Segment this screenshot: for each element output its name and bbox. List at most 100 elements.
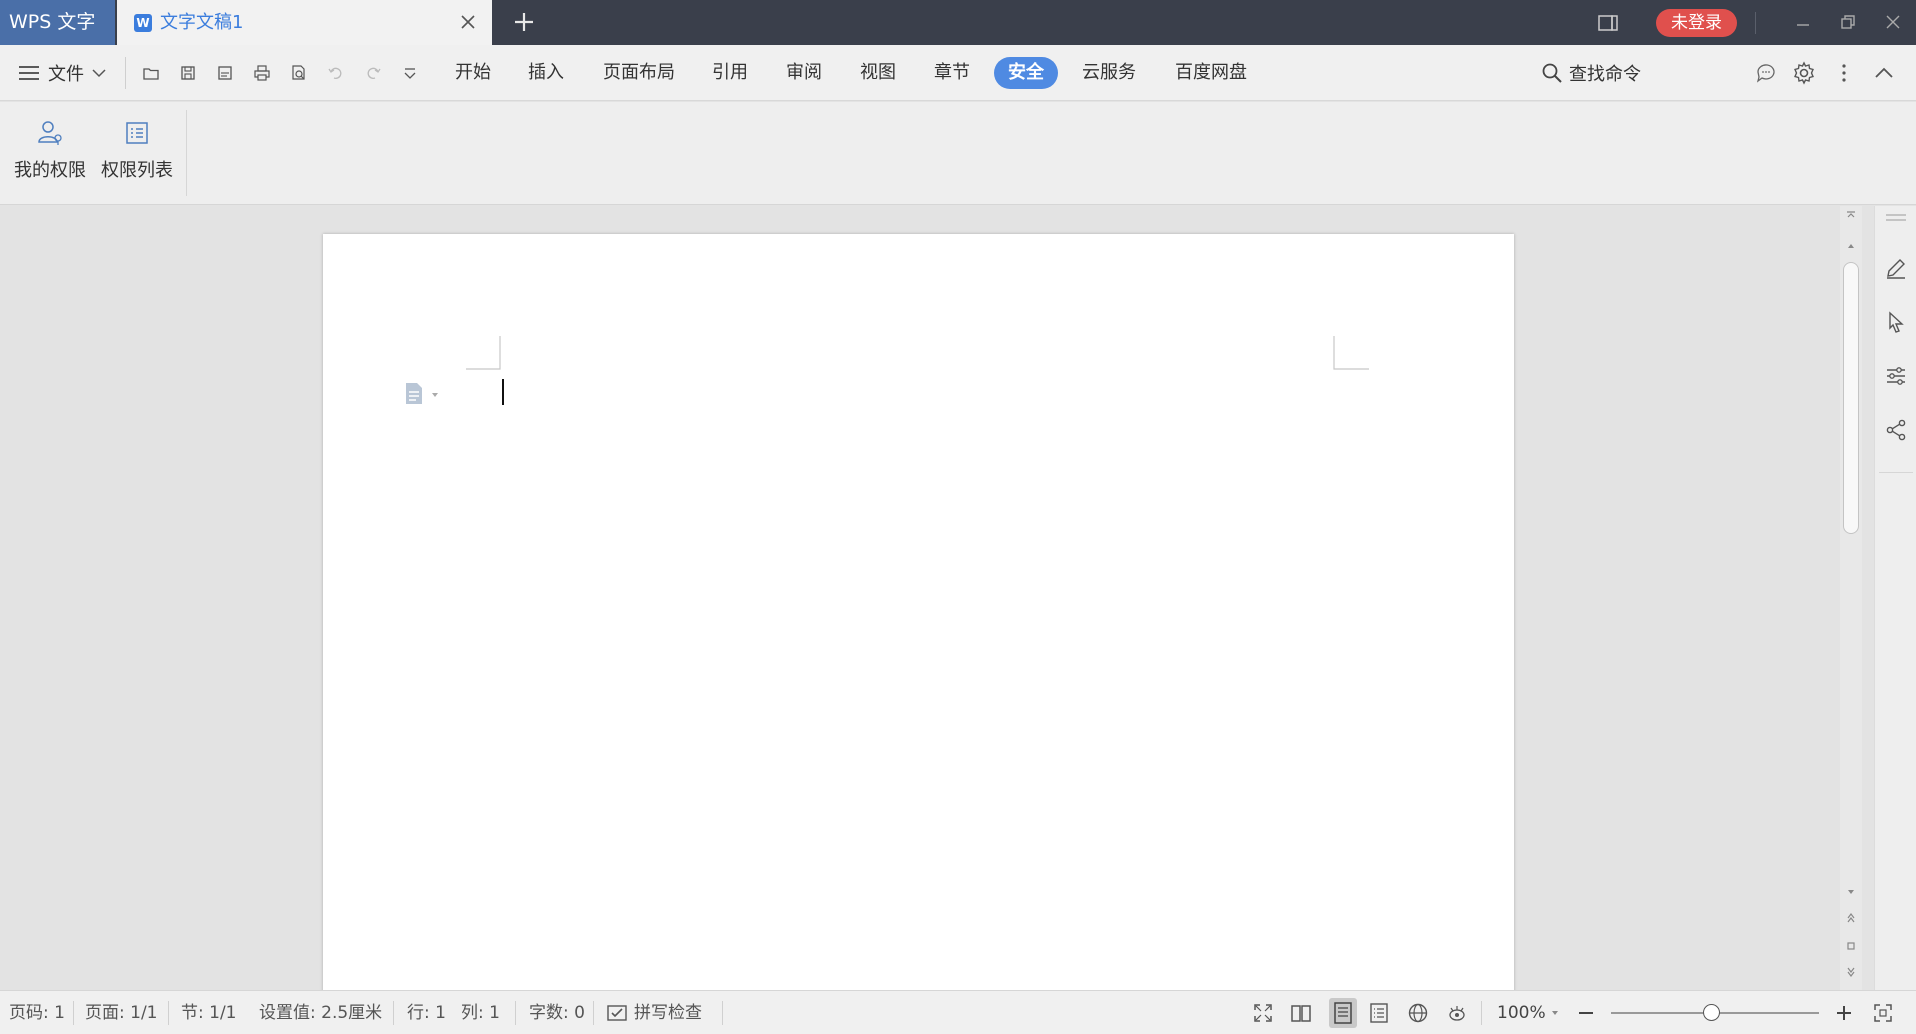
status-setting-value[interactable]: 设置值: 2.5厘米 (259, 991, 382, 1034)
scrollbar-thumb[interactable] (1843, 262, 1859, 534)
margin-corner-top-left (466, 336, 501, 370)
next-page-icon[interactable] (1845, 966, 1857, 978)
status-divider (515, 1001, 516, 1025)
menu-references[interactable]: 引用 (705, 57, 755, 89)
zoom-level[interactable]: 100% (1497, 991, 1546, 1034)
status-divider (73, 1001, 74, 1025)
file-menu-label: 文件 (48, 64, 84, 85)
hamburger-icon (19, 66, 39, 80)
ribbon-divider (186, 110, 187, 196)
menu-home[interactable]: 开始 (448, 57, 498, 89)
new-tab-plus-icon[interactable] (512, 10, 536, 34)
open-folder-icon[interactable] (142, 64, 160, 82)
document-canvas[interactable] (0, 206, 1840, 994)
status-word-count[interactable]: 字数: 0 (529, 991, 585, 1034)
previous-page-icon[interactable] (1845, 912, 1857, 924)
redo-icon[interactable] (364, 64, 382, 82)
menu-review[interactable]: 审阅 (779, 57, 829, 89)
customize-quick-access-icon[interactable] (401, 64, 419, 82)
sidebar-drag-handle-icon[interactable] (1884, 210, 1908, 226)
user-permission-icon (38, 121, 62, 145)
wps-writer-icon: W (134, 14, 152, 32)
permission-list-icon (126, 122, 148, 144)
page-view-icon[interactable] (1329, 998, 1357, 1028)
paragraph-layout-icon[interactable] (404, 382, 444, 406)
ribbon-security: 我的权限 权限列表 (0, 102, 1916, 205)
fullscreen-icon[interactable] (1252, 1002, 1274, 1024)
document-tab[interactable]: W 文字文稿1 (117, 0, 492, 45)
status-divider (722, 1001, 723, 1025)
cursor-select-icon[interactable] (1884, 310, 1908, 334)
permission-list-button[interactable]: 权限列表 (99, 118, 175, 182)
search-command[interactable]: 查找命令 (1541, 59, 1641, 87)
scroll-top-icon[interactable] (1845, 210, 1857, 222)
search-icon (1542, 63, 1562, 83)
menu-insert[interactable]: 插入 (521, 57, 571, 89)
spell-check-icon[interactable] (606, 1003, 628, 1023)
title-bar: WPS 文字 W 文字文稿1 未登录 (0, 0, 1916, 45)
fit-window-icon[interactable] (1872, 1002, 1894, 1024)
export-pdf-icon[interactable] (216, 64, 234, 82)
zoom-slider-knob[interactable] (1703, 1004, 1720, 1021)
status-page-code[interactable]: 页码: 1 (9, 991, 65, 1034)
select-browse-object-icon[interactable] (1845, 940, 1857, 952)
my-permissions-label: 我的权限 (14, 160, 86, 181)
status-row[interactable]: 行: 1 (407, 991, 446, 1034)
scroll-up-arrow-icon[interactable] (1845, 240, 1857, 252)
menu-baidu-netdisk[interactable]: 百度网盘 (1170, 57, 1252, 89)
settings-gear-icon[interactable] (1792, 61, 1816, 85)
zoom-in-icon[interactable] (1833, 1002, 1855, 1024)
sidebar-divider (1879, 472, 1913, 473)
menu-bar: 文件 开始 插入 页面布局 引用 审阅 视图 章节 安全 云服务 百度网盘 查找… (0, 45, 1916, 101)
status-column[interactable]: 列: 1 (461, 991, 500, 1034)
pen-edit-icon[interactable] (1884, 256, 1908, 280)
restore-icon[interactable] (1838, 12, 1858, 32)
menu-chapter[interactable]: 章节 (927, 57, 977, 89)
menu-view[interactable]: 视图 (853, 57, 903, 89)
menu-cloud-service[interactable]: 云服务 (1080, 57, 1138, 89)
chevron-down-icon (92, 69, 106, 78)
undo-icon[interactable] (327, 64, 345, 82)
vertical-scrollbar[interactable] (1840, 206, 1862, 990)
close-window-icon[interactable] (1883, 12, 1903, 32)
file-menu-button[interactable]: 文件 (18, 59, 106, 87)
more-options-icon[interactable] (1836, 62, 1852, 84)
document-tab-title: 文字文稿1 (160, 12, 244, 33)
login-button[interactable]: 未登录 (1656, 9, 1737, 37)
status-divider (1481, 1001, 1482, 1025)
app-tab[interactable]: WPS 文字 (0, 0, 115, 45)
right-sidebar (1874, 206, 1916, 990)
status-bar: 页码: 1 页面: 1/1 节: 1/1 设置值: 2.5厘米 行: 1 列: … (0, 990, 1916, 1034)
title-divider (1755, 12, 1756, 34)
scroll-down-arrow-icon[interactable] (1845, 886, 1857, 898)
menu-divider (125, 57, 126, 89)
web-layout-icon[interactable] (1407, 1002, 1429, 1024)
collapse-ribbon-icon[interactable] (1873, 62, 1895, 84)
menu-security[interactable]: 安全 (994, 57, 1058, 89)
close-tab-icon[interactable] (460, 14, 476, 30)
minimize-icon[interactable] (1793, 12, 1813, 32)
print-preview-icon[interactable] (290, 64, 308, 82)
spell-check-button[interactable]: 拼写检查 (634, 991, 702, 1034)
adjust-settings-icon[interactable] (1884, 364, 1908, 388)
reading-view-icon[interactable] (1290, 1002, 1312, 1024)
document-page[interactable] (323, 234, 1514, 994)
status-pages[interactable]: 页面: 1/1 (85, 991, 158, 1034)
print-icon[interactable] (253, 64, 271, 82)
zoom-dropdown-icon[interactable] (1549, 1007, 1561, 1019)
status-divider (393, 1001, 394, 1025)
zoom-out-icon[interactable] (1575, 1002, 1597, 1024)
status-section[interactable]: 节: 1/1 (181, 991, 237, 1034)
search-command-label: 查找命令 (1569, 64, 1641, 85)
save-icon[interactable] (179, 64, 197, 82)
my-permissions-button[interactable]: 我的权限 (12, 118, 88, 182)
menu-page-layout[interactable]: 页面布局 (597, 57, 681, 89)
share-icon[interactable] (1884, 418, 1908, 442)
reading-mode-icon[interactable] (1597, 12, 1619, 34)
status-divider (168, 1001, 169, 1025)
outline-view-icon[interactable] (1368, 1002, 1390, 1024)
eye-protection-icon[interactable] (1446, 1002, 1468, 1024)
margin-corner-top-right (1333, 336, 1369, 370)
permission-list-label: 权限列表 (101, 160, 173, 181)
comment-bubble-icon[interactable] (1755, 62, 1777, 84)
